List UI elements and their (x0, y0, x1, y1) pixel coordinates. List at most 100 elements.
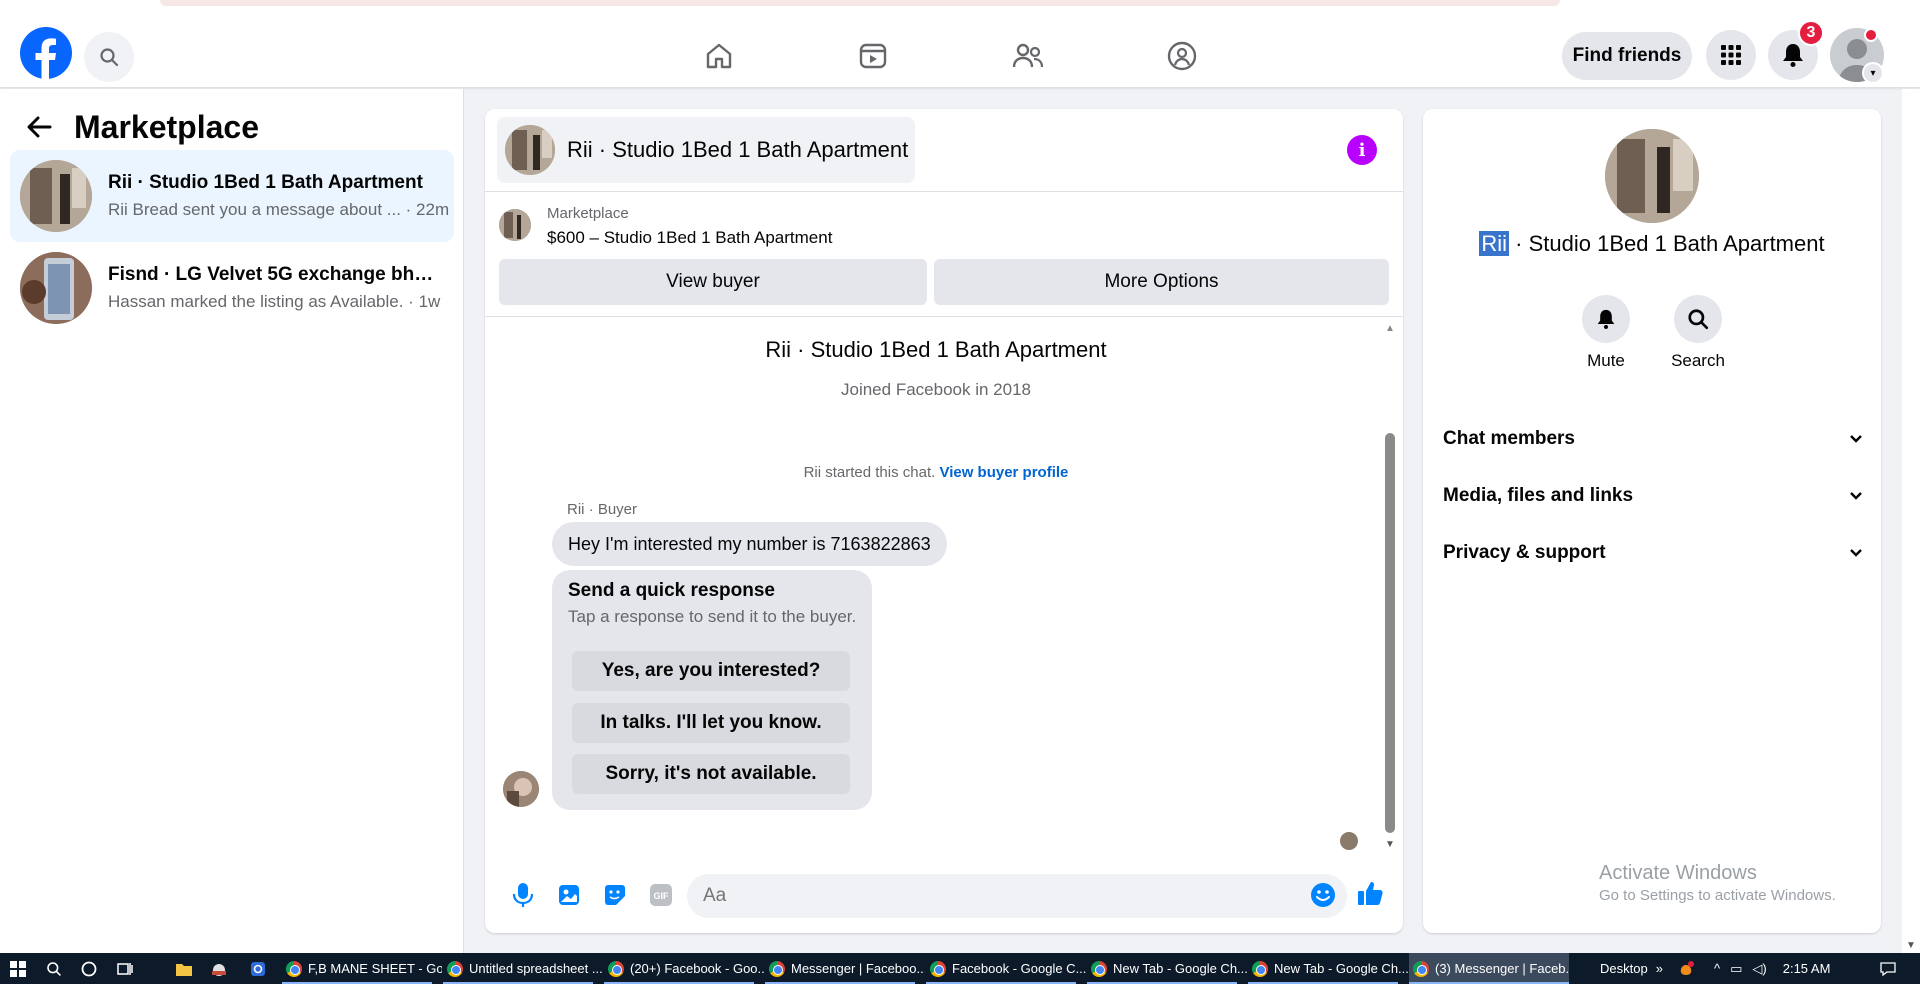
chevron-down-icon (1850, 435, 1862, 443)
search-button[interactable]: Search (1653, 295, 1743, 371)
gif-icon[interactable]: GIF (647, 881, 675, 909)
scroll-down-arrow-icon[interactable]: ▼ (1906, 940, 1916, 951)
thumbs-up-icon[interactable] (1356, 879, 1384, 907)
find-friends-button[interactable]: Find friends (1562, 32, 1692, 80)
facebook-logo-icon[interactable] (20, 27, 72, 79)
taskbar-app-label: Messenger | Faceboo... (791, 961, 925, 976)
quick-reply-button[interactable]: Sorry, it's not available. (572, 754, 850, 794)
cortana-icon[interactable] (79, 959, 99, 979)
info-icon[interactable]: i (1347, 135, 1377, 165)
network-icon[interactable]: ▭ (1730, 961, 1742, 977)
quick-reply-button[interactable]: In talks. I'll let you know. (572, 703, 850, 743)
scroll-thumb[interactable] (1385, 433, 1395, 833)
windows-start-icon[interactable] (8, 959, 28, 979)
section-label: Chat members (1443, 428, 1575, 449)
notification-center-icon[interactable] (1878, 959, 1898, 979)
scroll-down-arrow-icon[interactable]: ▼ (1385, 839, 1395, 850)
taskbar-app[interactable]: F,B MANE SHEET - Go... (282, 953, 442, 984)
section-label: Media, files and links (1443, 485, 1634, 506)
taskbar-app[interactable]: Facebook - Google C... (926, 953, 1086, 984)
weather-icon[interactable] (209, 959, 229, 979)
taskbar-app-label: (20+) Facebook - Goo... (630, 961, 764, 976)
menu-grid-icon[interactable] (1706, 30, 1756, 80)
game-controller-icon[interactable] (1676, 959, 1696, 979)
friends-icon[interactable] (1004, 32, 1052, 80)
chevron-right-icon: » (1655, 961, 1663, 976)
task-view-icon[interactable] (115, 959, 135, 979)
info-panel-title: Rii · Studio 1Bed 1 Bath Apartment (1423, 231, 1881, 257)
conversation-preview: Rii Bread sent you a message about ... ·… (108, 200, 450, 219)
conversation-preview: Hassan marked the listing as Available. … (108, 292, 441, 311)
sidebar-header: Marketplace (24, 105, 259, 149)
top-navbar: Find friends 3 ▾ (0, 14, 1920, 88)
mute-button[interactable]: Mute (1561, 295, 1651, 371)
pinned-app-icon[interactable] (248, 959, 268, 979)
taskbar-app-active[interactable]: (3) Messenger | Faceb... (1409, 953, 1569, 984)
quick-reply-button[interactable]: Yes, are you interested? (572, 651, 850, 691)
chat-header: Rii · Studio 1Bed 1 Bath Apartment i (485, 109, 1403, 192)
system-tray: ^ ▭ ◁) 2:15 AM (1714, 953, 1830, 984)
conversation-item[interactable]: Fisnd · LG Velvet 5G exchange bhi ... Ha… (10, 242, 454, 334)
avatar (20, 160, 92, 232)
taskbar-app[interactable]: New Tab - Google Ch... (1248, 953, 1408, 984)
taskbar-app-label: Facebook - Google C... (952, 961, 1086, 976)
chat-members-section[interactable]: Chat members (1443, 419, 1863, 459)
activate-windows-title: Activate Windows (1599, 862, 1757, 884)
account-notification-dot (1864, 28, 1878, 42)
avatar (503, 771, 539, 807)
search-icon (1674, 295, 1722, 343)
browser-top-strip (0, 0, 1920, 14)
conversation-item[interactable]: Rii · Studio 1Bed 1 Bath Apartment Rii B… (10, 150, 454, 242)
home-icon[interactable] (695, 32, 743, 80)
taskbar-app[interactable]: Untitled spreadsheet ... (443, 953, 603, 984)
chat-scrollbar[interactable]: ▲ ▼ (1383, 321, 1397, 853)
taskbar-app[interactable]: (20+) Facebook - Goo... (604, 953, 764, 984)
avatar (1605, 129, 1699, 223)
listing-price: $600 – Studio 1Bed 1 Bath Apartment (547, 228, 833, 247)
chevron-down-icon[interactable]: ▾ (1862, 62, 1884, 84)
quick-response-title: Send a quick response (568, 580, 775, 601)
chrome-icon (286, 960, 302, 977)
taskbar-app[interactable]: Messenger | Faceboo... (765, 953, 925, 984)
listing-label: Marketplace (547, 205, 629, 222)
view-buyer-button[interactable]: View buyer (499, 259, 927, 305)
taskbar-app[interactable]: New Tab - Google Ch... (1087, 953, 1247, 984)
taskbar-app-label: New Tab - Google Ch... (1113, 961, 1247, 976)
more-options-button[interactable]: More Options (934, 259, 1389, 305)
media-files-section[interactable]: Media, files and links (1443, 476, 1863, 516)
conversation-title: Rii · Studio 1Bed 1 Bath Apartment (108, 172, 423, 193)
search-icon[interactable] (84, 32, 134, 82)
sticker-icon[interactable] (601, 881, 629, 909)
windows-taskbar: F,B MANE SHEET - Go... Untitled spreadsh… (0, 953, 1920, 984)
microphone-icon[interactable] (509, 881, 537, 909)
desktop-label: Desktop (1600, 961, 1648, 976)
chat-title-button[interactable]: Rii · Studio 1Bed 1 Bath Apartment (497, 117, 915, 183)
chat-started-notice: Rii started this chat. View buyer profil… (485, 464, 1387, 481)
video-icon[interactable] (849, 32, 897, 80)
back-arrow-icon[interactable] (24, 112, 54, 142)
search-icon[interactable] (44, 959, 64, 979)
view-buyer-profile-link[interactable]: View buyer profile (939, 464, 1068, 481)
file-explorer-icon[interactable] (174, 959, 194, 979)
emoji-icon[interactable] (1309, 881, 1337, 909)
taskbar-app-label: Untitled spreadsheet ... (469, 961, 603, 976)
privacy-support-section[interactable]: Privacy & support (1443, 533, 1863, 573)
svg-text:GIF: GIF (654, 891, 670, 901)
photo-icon[interactable] (555, 881, 583, 909)
sender-label: Rii · Buyer (567, 501, 638, 518)
chevron-up-icon[interactable]: ^ (1714, 961, 1720, 976)
groups-icon[interactable] (1158, 32, 1206, 80)
page-scrollbar[interactable]: ▼ (1902, 89, 1920, 953)
sidebar-title: Marketplace (74, 108, 259, 145)
speaker-icon[interactable]: ◁) (1752, 961, 1766, 977)
avatar (20, 252, 92, 324)
chrome-icon (930, 960, 946, 977)
quick-response-card: Send a quick response Tap a response to … (552, 570, 872, 810)
desktop-toolbar[interactable]: Desktop » (1600, 953, 1663, 984)
clock[interactable]: 2:15 AM (1783, 961, 1831, 976)
message-input[interactable] (687, 874, 1347, 918)
scroll-up-arrow-icon[interactable]: ▲ (1385, 323, 1395, 334)
conversation-sidebar: Marketplace Rii · Studio 1Bed 1 Bath Apa… (0, 89, 464, 953)
chat-started-text: Rii started this chat. (803, 464, 936, 481)
chat-panel: Rii · Studio 1Bed 1 Bath Apartment i Mar… (485, 109, 1403, 933)
